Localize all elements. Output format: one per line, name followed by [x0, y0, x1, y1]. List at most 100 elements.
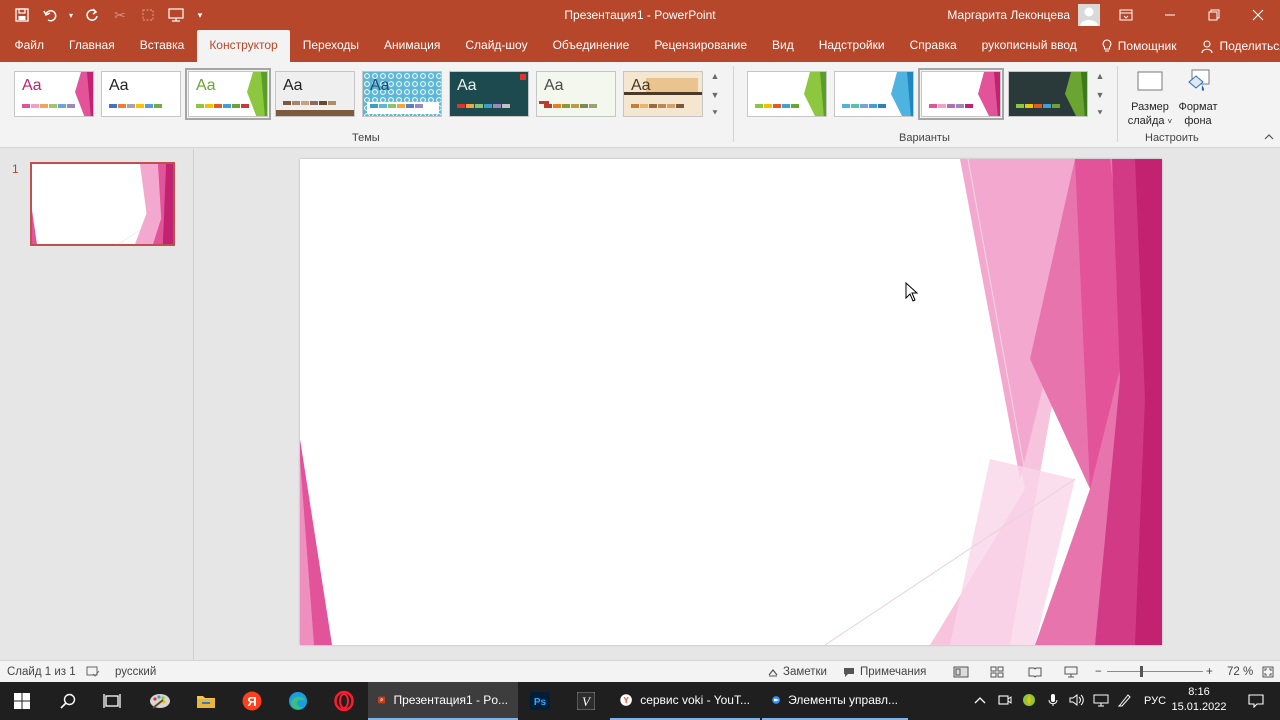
tab-home[interactable]: Главная	[57, 30, 128, 62]
theme-thumbnail-pattern[interactable]: Aa	[362, 71, 442, 117]
cut-icon[interactable]: ✂	[108, 3, 132, 27]
volume-icon[interactable]	[1068, 693, 1086, 710]
more-variants-icon[interactable]: ⯆	[1096, 108, 1103, 119]
windows-start-icon[interactable]	[0, 682, 44, 720]
close-icon[interactable]	[1236, 0, 1280, 30]
tab-merge[interactable]: Объединение	[540, 30, 642, 62]
photoshop-icon[interactable]: Ps	[518, 682, 562, 720]
title-bar: ▾ ✂ ▾ Презентация1 - PowerPoint Маргарит…	[0, 0, 1280, 30]
variant-thumbnail-dark[interactable]	[1008, 71, 1088, 117]
meet-now-icon[interactable]	[996, 694, 1014, 709]
slide-size-button[interactable]: Размер слайда ˅	[1124, 66, 1176, 129]
avatar[interactable]	[1078, 4, 1100, 26]
zoom-out-icon[interactable]: −	[1095, 661, 1102, 683]
theme-thumbnail-light-green[interactable]: Aa	[536, 71, 616, 117]
scroll-down-icon[interactable]: ▼	[1096, 90, 1105, 100]
slideshow-view-icon[interactable]	[1064, 661, 1078, 683]
user-account[interactable]: Маргарита Леконцева	[947, 0, 1100, 30]
taskbar-app-zoom[interactable]: Элементы управл...	[762, 682, 908, 720]
clock[interactable]: 8:16 15.01.2022	[1170, 685, 1228, 715]
theme-thumbnail-dark-teal[interactable]: Aa	[449, 71, 529, 117]
variant-thumbnail-blue[interactable]	[834, 71, 914, 117]
lightbulb-icon	[1102, 39, 1112, 52]
search-icon[interactable]	[46, 682, 90, 720]
minimize-icon[interactable]	[1148, 0, 1192, 30]
taskbar-app-yandex-browser[interactable]: Y сервис voki - YouT...	[610, 682, 760, 720]
notes-button[interactable]: Заметки	[768, 661, 827, 683]
collapse-ribbon-icon[interactable]	[1264, 132, 1274, 143]
zoom-slider[interactable]	[1107, 671, 1203, 672]
file-explorer-icon[interactable]	[184, 682, 228, 720]
restore-icon[interactable]	[1192, 0, 1236, 30]
customize-group-label: Настроить	[1145, 132, 1199, 144]
edge-browser-icon[interactable]	[276, 682, 320, 720]
slide-counter[interactable]: Слайд 1 из 1	[7, 661, 76, 683]
clock-time: 8:16	[1188, 686, 1210, 698]
app-v-icon[interactable]: V	[564, 682, 608, 720]
tab-review[interactable]: Рецензирование	[642, 30, 760, 62]
input-language[interactable]: РУС	[1140, 695, 1170, 707]
presentation-start-icon[interactable]	[164, 3, 188, 27]
microphone-icon[interactable]	[1044, 693, 1062, 710]
selection-icon[interactable]	[136, 3, 160, 27]
paint-app-icon[interactable]	[138, 682, 182, 720]
customize-qat-icon[interactable]: ▾	[192, 3, 208, 27]
share-button[interactable]: Поделиться	[1189, 30, 1280, 62]
network-icon[interactable]	[1092, 693, 1110, 710]
theme-thumbnail-tan[interactable]: Aa	[623, 71, 703, 117]
fit-to-window-icon[interactable]	[1262, 661, 1274, 683]
notifications-icon[interactable]	[1234, 682, 1278, 720]
tab-file[interactable]: Файл	[2, 30, 57, 62]
scroll-up-icon[interactable]: ▲	[1096, 71, 1105, 81]
slide-thumbnail[interactable]	[30, 162, 175, 246]
scroll-down-icon[interactable]: ▼	[711, 90, 720, 100]
tab-transitions[interactable]: Переходы	[290, 30, 371, 62]
tab-help[interactable]: Справка	[897, 30, 969, 62]
variant-thumbnail-pink[interactable]	[918, 68, 1004, 120]
undo-dropdown-icon[interactable]: ▾	[66, 3, 76, 27]
zoom-in-icon[interactable]: +	[1206, 661, 1213, 683]
tab-design[interactable]: Конструктор	[196, 30, 291, 62]
share-label: Поделиться	[1219, 39, 1280, 53]
task-view-icon[interactable]	[90, 682, 134, 720]
slide-canvas[interactable]	[300, 159, 1162, 645]
redo-icon[interactable]	[80, 3, 104, 27]
format-background-button[interactable]: Формат фона	[1172, 66, 1224, 128]
slide-background-art	[300, 159, 1162, 645]
undo-icon[interactable]	[38, 3, 62, 27]
tray-overflow-icon[interactable]	[970, 695, 990, 707]
opera-browser-icon[interactable]	[322, 682, 366, 720]
ribbon-display-options-icon[interactable]	[1104, 0, 1148, 30]
theme-thumbnail-facet[interactable]: Aa	[14, 71, 94, 117]
variants-gallery-scroll[interactable]: ▲ ▼ ⯆	[1093, 71, 1107, 119]
zoom-level[interactable]: 72 %	[1227, 661, 1253, 683]
scroll-up-icon[interactable]: ▲	[711, 71, 720, 81]
zoom-slider-thumb[interactable]	[1140, 666, 1143, 677]
theme-thumbnail-green-facet[interactable]: Aa	[185, 68, 271, 120]
language-indicator[interactable]: русский	[115, 661, 156, 683]
save-icon[interactable]	[10, 3, 34, 27]
spellcheck-icon[interactable]	[86, 661, 100, 683]
tab-slideshow[interactable]: Слайд-шоу	[453, 30, 540, 62]
reading-view-icon[interactable]	[1028, 661, 1042, 683]
tab-animations[interactable]: Анимация	[372, 30, 453, 62]
tab-view[interactable]: Вид	[760, 30, 807, 62]
theme-thumbnail-wood[interactable]: Aa	[275, 71, 355, 117]
normal-view-icon[interactable]	[953, 661, 969, 683]
theme-thumbnail-office[interactable]: Aa	[101, 71, 181, 117]
variant-thumbnail-green[interactable]	[747, 71, 827, 117]
antivirus-icon[interactable]	[1020, 693, 1038, 710]
pen-workspace-icon[interactable]	[1116, 693, 1134, 710]
slide-editing-area[interactable]	[195, 149, 1280, 660]
themes-gallery-scroll[interactable]: ▲ ▼ ⯆	[708, 71, 722, 119]
taskbar-app-powerpoint[interactable]: P Презентация1 - Po...	[368, 682, 518, 720]
slides-thumbnail-pane: 1	[0, 149, 194, 660]
more-themes-icon[interactable]: ⯆	[711, 108, 718, 119]
tab-addins[interactable]: Надстройки	[806, 30, 897, 62]
tab-tell-me[interactable]: Помощник	[1089, 30, 1189, 62]
slide-sorter-icon[interactable]	[990, 661, 1004, 683]
tab-ink[interactable]: рукописный ввод	[969, 30, 1089, 62]
yandex-icon[interactable]: Я	[230, 682, 274, 720]
comments-button[interactable]: Примечания	[843, 661, 926, 683]
tab-insert[interactable]: Вставка	[127, 30, 197, 62]
